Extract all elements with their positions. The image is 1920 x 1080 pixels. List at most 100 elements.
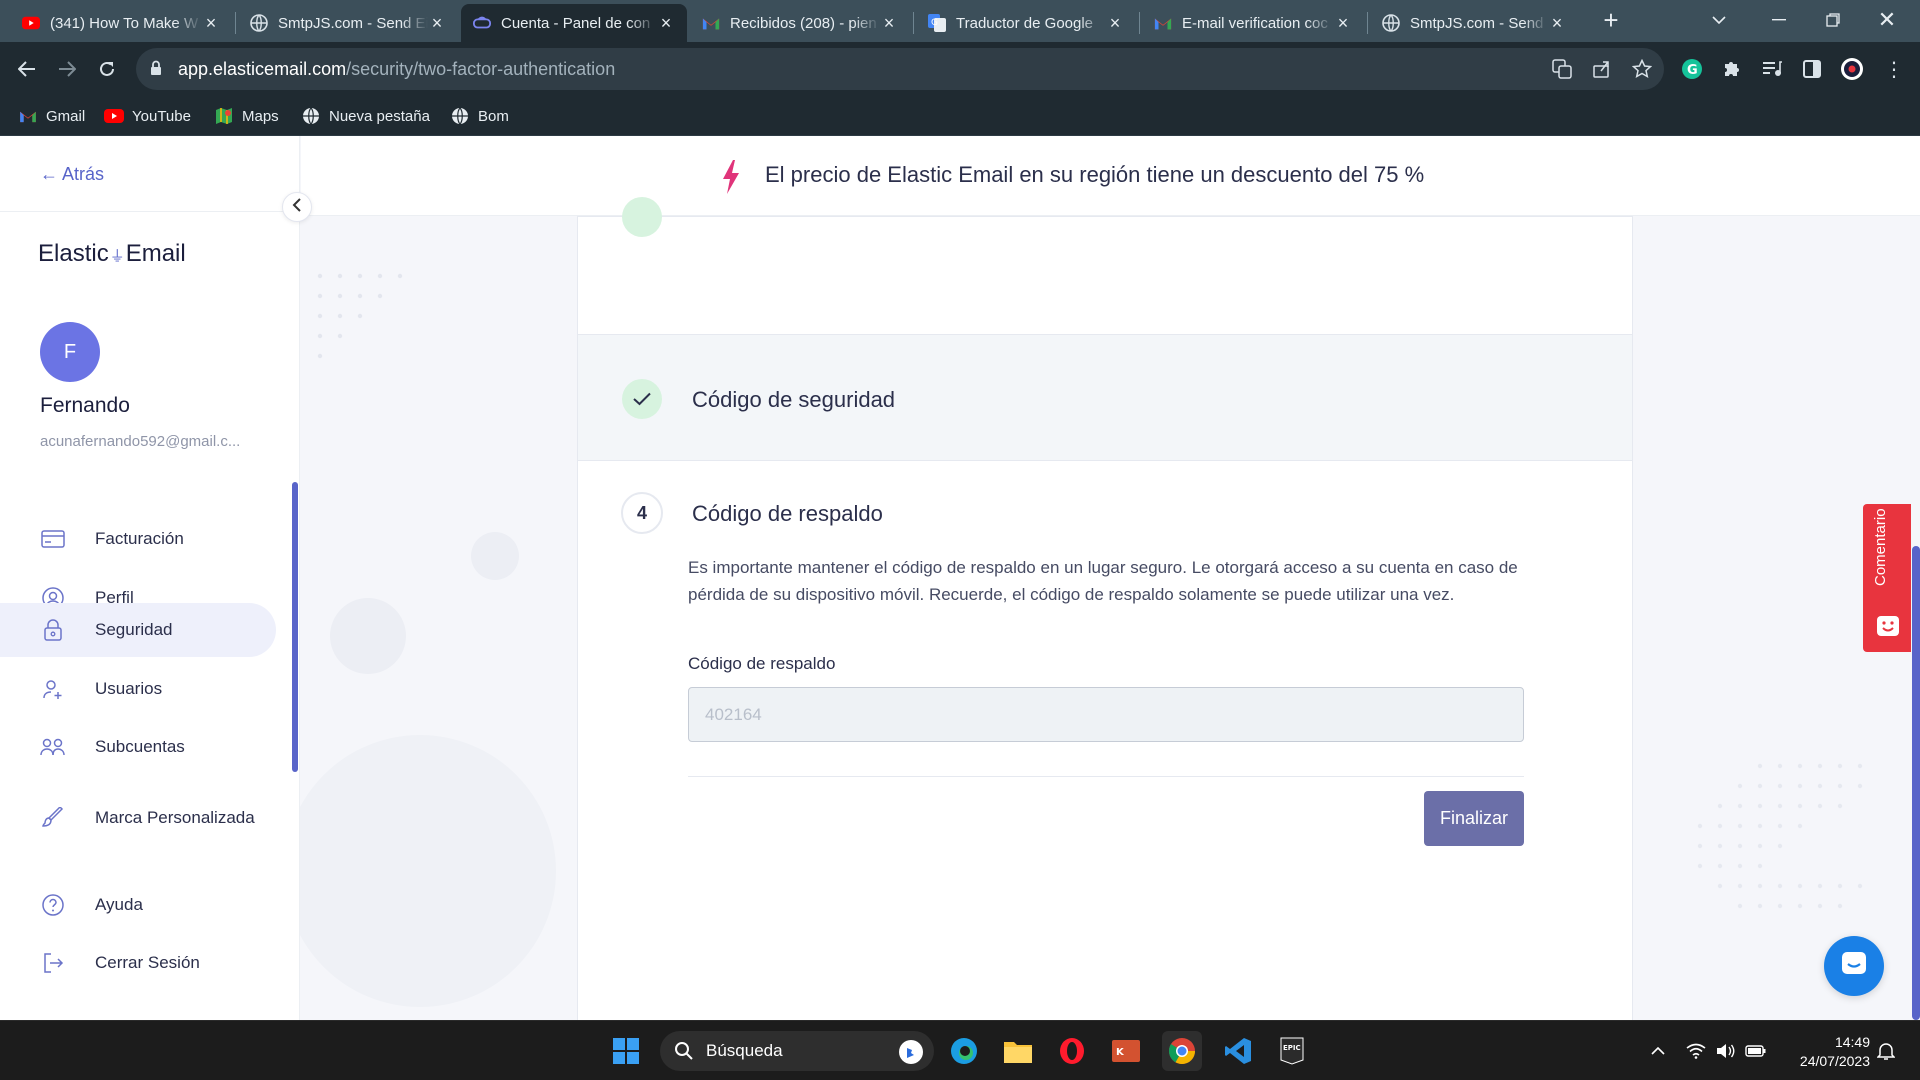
battery-icon[interactable] [1744,1039,1768,1063]
browser-menu-icon[interactable]: ⋮ [1882,57,1906,81]
bookmark-label: Gmail [46,107,86,125]
browser-tab-google-translate[interactable]: G Traductor de Google × [916,4,1136,42]
tab-title: Traductor de Google [956,14,1094,32]
sidebar-item-label: Seguridad [95,620,173,639]
bookmark-star-icon[interactable] [1630,57,1654,81]
minimize-button[interactable] [1756,0,1802,40]
bookmarks-bar: Gmail YouTube Maps Nueva pestaña Bom [0,96,1920,136]
tab-search-button[interactable] [1696,0,1742,40]
svg-text:G: G [931,18,938,28]
sidebar-item-ayuda[interactable]: Ayuda [0,878,276,932]
tab-separator [913,12,914,34]
forward-arrow-icon[interactable] [50,52,84,86]
taskbar-clock[interactable]: 14:49 24/07/2023 [1780,1033,1870,1071]
brush-icon [40,805,66,831]
taskbar-search[interactable]: Búsqueda [660,1031,934,1071]
close-tab-icon[interactable]: × [1548,13,1566,34]
previous-step [578,197,1632,335]
web-page: ← Atrás Elastic⏚Email F Fernando acunafe… [0,136,1920,1020]
chat-launcher-button[interactable] [1824,936,1884,996]
browser-tab-youtube[interactable]: (341) How To Make W × [10,4,232,42]
sidebar-item-subcuentas[interactable]: Subcuentas [0,720,276,774]
url-text: app.elasticemail.com/security/two-factor… [178,59,615,80]
elastic-email-icon [473,14,491,32]
finish-button[interactable]: Finalizar [1424,791,1524,846]
close-tab-icon[interactable]: × [428,13,446,34]
sidebar: ← Atrás Elastic⏚Email F Fernando acunafe… [0,136,300,1020]
elastic-email-logo[interactable]: Elastic⏚Email [38,240,186,268]
tab-title: Cuenta - Panel de con [501,14,651,32]
sidebar-item-cerrar-sesion[interactable]: Cerrar Sesión [0,936,276,990]
browser-toolbar: app.elasticemail.com/security/two-factor… [0,42,1920,96]
notifications-bell-icon[interactable] [1874,1039,1898,1063]
bookmark-gmail[interactable]: Gmail [18,104,85,128]
clock-time: 14:49 [1834,1034,1870,1050]
sidebar-item-usuarios[interactable]: Usuarios [0,662,276,716]
wifi-icon[interactable] [1684,1039,1708,1063]
close-tab-icon[interactable]: × [880,13,898,34]
new-tab-button[interactable]: + [1588,0,1634,40]
collapse-sidebar-button[interactable] [282,192,312,222]
logo-mark-icon: ⏚ [109,248,125,265]
edge-icon[interactable] [944,1031,984,1071]
share-icon[interactable] [1590,57,1614,81]
step-description: Es importante mantener el código de resp… [688,558,1518,604]
sidebar-item-label: Facturación [95,529,184,548]
clock-date: 24/07/2023 [1799,1053,1870,1069]
opera-icon[interactable] [1052,1031,1092,1071]
logo-text-right: Email [125,240,186,267]
profile-avatar-icon[interactable] [1840,57,1864,81]
powerpoint-icon[interactable]: K [1106,1031,1146,1071]
reload-icon[interactable] [90,52,124,86]
tab-title: (341) How To Make W [50,14,199,32]
close-tab-icon[interactable]: × [657,13,675,34]
grammarly-icon[interactable]: G [1680,57,1704,81]
lock-icon[interactable] [150,60,162,81]
sidebar-item-facturacion[interactable]: Facturación [0,512,276,566]
extensions-puzzle-icon[interactable] [1720,57,1744,81]
youtube-icon [104,107,124,125]
feedback-label: Comentario [1872,508,1889,586]
browser-tab-gmail-inbox[interactable]: Recibidos (208) - pien × [690,4,910,42]
epic-games-icon[interactable]: EPIC [1272,1031,1312,1071]
page-scrollbar[interactable] [1912,546,1920,1020]
media-queue-icon[interactable] [1760,57,1784,81]
volume-icon[interactable] [1714,1039,1738,1063]
globe-icon [1382,14,1400,32]
bookmark-nueva-pestana[interactable]: Nueva pestaña [301,104,430,128]
browser-tab-elastic-email[interactable]: Cuenta - Panel de con × [461,4,687,42]
sidebar-item-label: Usuarios [95,679,163,698]
file-explorer-icon[interactable] [998,1031,1038,1071]
step-security-code[interactable]: Código de seguridad [578,335,1632,461]
bookmark-maps[interactable]: Maps [214,104,279,128]
bookmark-bom[interactable]: Bom [450,104,509,128]
gmail-icon [18,107,38,125]
browser-tab-smtpjs[interactable]: SmtpJS.com - Send Ei × [238,4,458,42]
browser-tab-email-verification[interactable]: E-mail verification coc × [1142,4,1364,42]
backup-code-label: Código de respaldo [688,654,836,673]
avatar[interactable]: F [40,322,100,382]
chrome-icon[interactable] [1162,1031,1202,1071]
sidebar-scrollbar[interactable] [292,482,298,772]
translate-page-icon[interactable] [1550,57,1574,81]
windows-start-icon[interactable] [606,1031,646,1071]
close-window-button[interactable]: ✕ [1864,0,1910,40]
side-panel-icon[interactable] [1800,57,1824,81]
bookmark-youtube[interactable]: YouTube [104,104,191,128]
back-link[interactable]: ← Atrás [40,164,104,185]
backup-code-field[interactable]: 402164 [688,687,1524,742]
close-tab-icon[interactable]: × [1334,13,1352,34]
sidebar-item-label: Ayuda [95,895,143,914]
sidebar-item-marca-personalizada[interactable]: Marca Personalizada [0,791,276,845]
browser-tab-smtpjs-2[interactable]: SmtpJS.com - Send Er × [1370,4,1578,42]
restore-button[interactable] [1810,0,1856,40]
vscode-icon[interactable] [1218,1031,1258,1071]
address-bar[interactable]: app.elasticemail.com/security/two-factor… [136,48,1664,90]
back-arrow-icon[interactable] [10,52,44,86]
close-tab-icon[interactable]: × [1106,13,1124,34]
sidebar-item-seguridad[interactable]: Seguridad [0,603,276,657]
chevron-up-icon[interactable] [1646,1039,1670,1063]
windows-taskbar: Búsqueda K EPIC 14:49 24/07/2023 [0,1020,1920,1080]
globe-icon [301,107,321,125]
close-tab-icon[interactable]: × [202,13,220,34]
